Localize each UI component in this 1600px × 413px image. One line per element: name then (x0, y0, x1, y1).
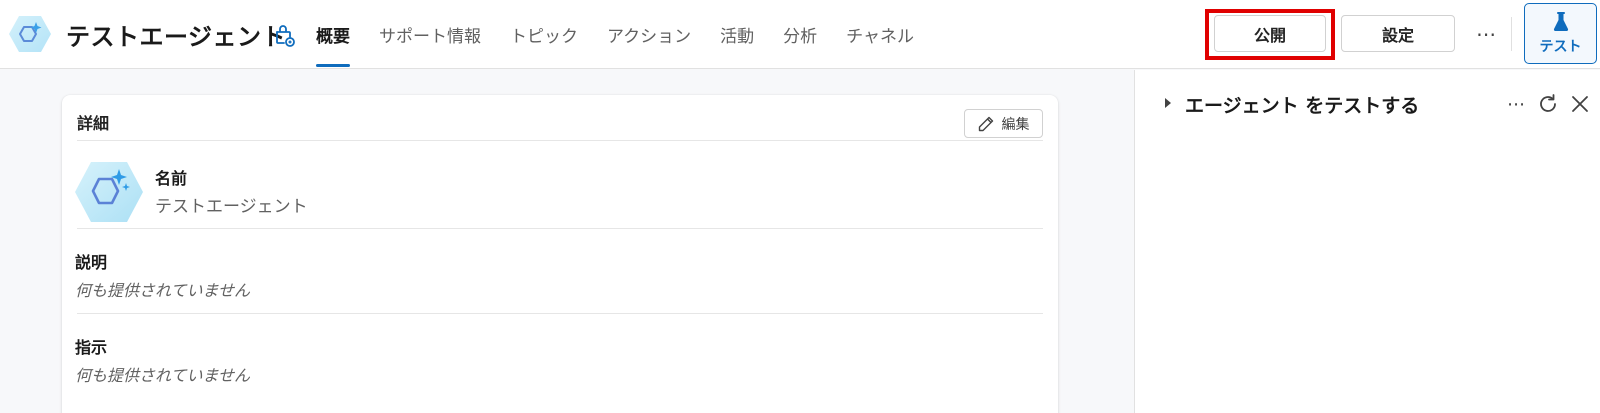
nav-tabs: 概要 サポート情報 トピック アクション 活動 分析 チャネル (316, 0, 943, 69)
settings-button[interactable]: 設定 (1341, 15, 1455, 52)
tab-topics[interactable]: トピック (510, 0, 578, 69)
description-label: 説明 (75, 253, 108, 272)
agent-title: テストエージェント (66, 23, 287, 51)
test-button-label: テスト (1539, 38, 1582, 55)
divider (77, 228, 1043, 229)
beaker-icon (1553, 11, 1568, 31)
test-panel-more-button[interactable]: ⋯ (1504, 92, 1528, 116)
pencil-icon (978, 116, 993, 131)
description-value: 何も提供されていません (75, 281, 251, 300)
publish-button[interactable]: 公開 (1214, 15, 1326, 52)
edit-button-label: 編集 (1001, 116, 1030, 133)
divider (77, 313, 1043, 314)
caret-right-icon[interactable] (1163, 97, 1173, 109)
details-title: 詳細 (77, 114, 110, 133)
tab-channels[interactable]: チャネル (846, 0, 914, 69)
instructions-value: 何も提供されていません (75, 366, 251, 385)
agent-avatar-icon (75, 162, 143, 222)
tab-overview[interactable]: 概要 (316, 0, 350, 69)
tab-activity[interactable]: 活動 (720, 0, 754, 69)
agent-share-icon[interactable] (272, 23, 298, 49)
divider (77, 140, 1043, 141)
test-button[interactable]: テスト (1524, 3, 1597, 64)
agent-logo-icon (9, 16, 51, 52)
more-options-button[interactable]: ⋯ (1470, 18, 1502, 50)
name-value: テストエージェント (155, 197, 308, 217)
tab-analytics[interactable]: 分析 (783, 0, 817, 69)
refresh-icon[interactable] (1536, 92, 1560, 116)
test-panel-title: エージェント をテストする (1185, 95, 1420, 117)
instructions-label: 指示 (75, 338, 108, 357)
top-bar: テストエージェント 概要 サポート情報 トピック アクション 活動 分析 チャネ… (0, 0, 1600, 69)
test-agent-panel: エージェント をテストする ⋯ (1134, 70, 1600, 413)
details-card: 詳細 編集 名前 テストエージェント 説明 何も提供されていません 指示 何も提… (62, 95, 1058, 413)
tab-actions[interactable]: アクション (607, 0, 691, 69)
edit-button[interactable]: 編集 (964, 109, 1043, 138)
toolbar-divider (1511, 17, 1512, 51)
tab-knowledge[interactable]: サポート情報 (379, 0, 481, 69)
name-label: 名前 (155, 169, 188, 188)
close-icon[interactable] (1568, 92, 1592, 116)
